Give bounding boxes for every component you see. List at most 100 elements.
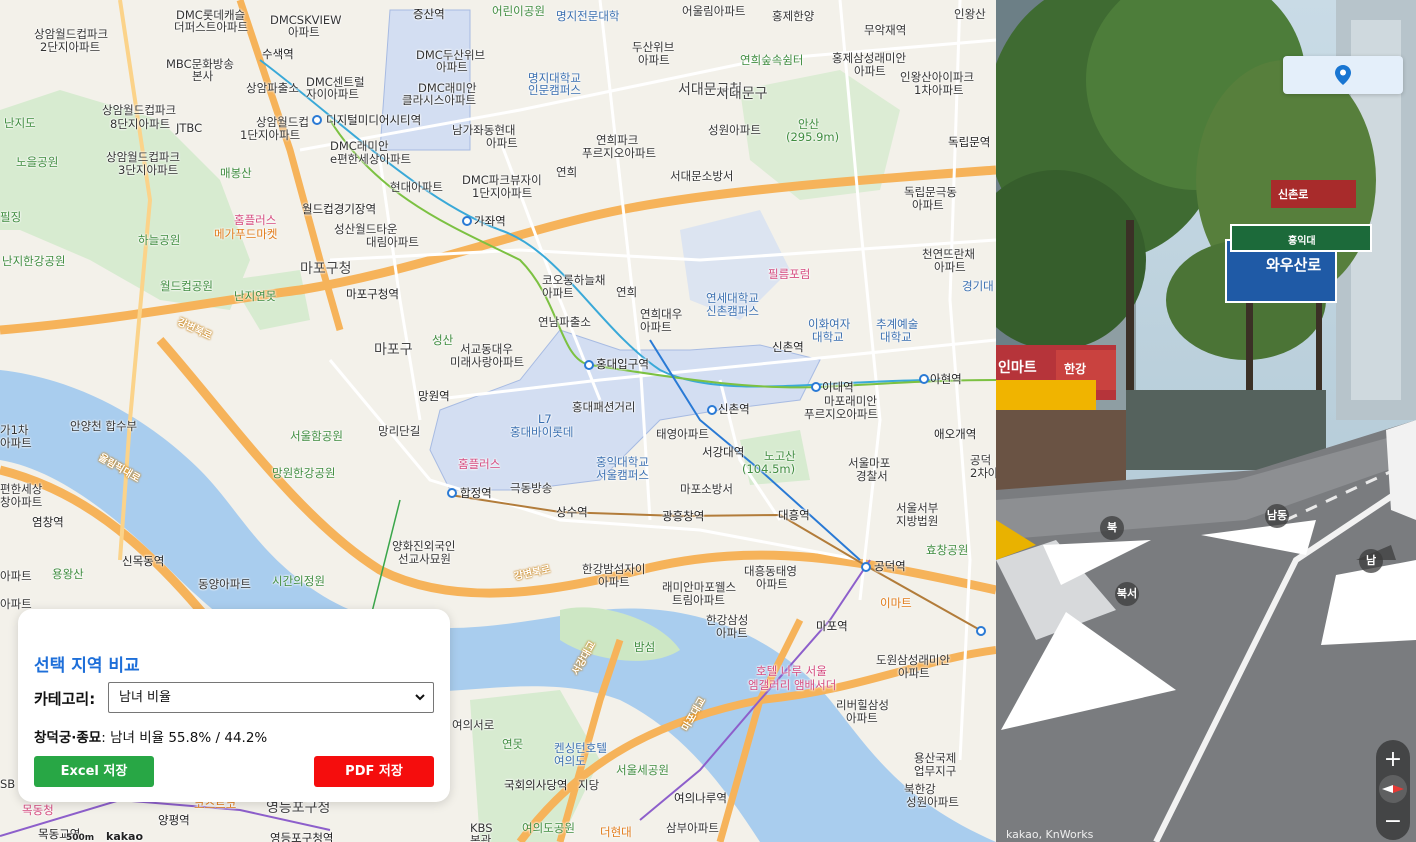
map-label: 호텔 나루 서울	[756, 664, 827, 678]
map-label: 연희	[616, 285, 638, 299]
map-label: 증산역	[413, 7, 445, 21]
map-label: 여의도공원	[522, 821, 575, 835]
map-label: 망원한강공원	[272, 466, 336, 480]
map-label: 대학교	[880, 330, 912, 344]
map-label: 아파트	[288, 25, 320, 39]
map-label: 창아파트	[0, 495, 43, 509]
map-label: 아파트	[898, 666, 930, 680]
chevron-down-icon	[415, 694, 425, 701]
map-label: 아파트	[934, 260, 966, 274]
map-label: 마포구청역	[346, 287, 399, 301]
map-label: 삼부아파트	[666, 821, 719, 835]
map-label: 홍대바이롯데	[510, 425, 574, 439]
map-label: 매봉산	[220, 166, 252, 180]
map-label: 경기대	[962, 279, 994, 293]
map-label: 지당	[578, 778, 600, 792]
map-label: 여의서로	[452, 718, 495, 732]
map-label: 월드컵공원	[160, 279, 213, 293]
map-label: 광흥창역	[662, 509, 705, 523]
map-label: 홈플러스	[458, 457, 501, 471]
map-label: 신목동역	[122, 554, 165, 568]
roadview-shop-sign: 한강	[1064, 362, 1087, 376]
map-label: 신촌역	[772, 340, 804, 354]
map-label: 월드컵경기장역	[302, 202, 377, 216]
map-label: 무악재역	[864, 23, 907, 37]
map-label: 극동방송	[510, 481, 553, 495]
map-label: 신촌역	[718, 402, 750, 416]
map-label: 연못	[502, 737, 524, 751]
map-label: 목동청	[22, 803, 54, 817]
compass-icon[interactable]	[1379, 775, 1407, 803]
map-label: 상암월드컵파크	[102, 103, 177, 117]
map-label: 공덕역	[874, 559, 906, 573]
map-label: 홍제한양	[772, 9, 815, 23]
map-label: 더현대	[600, 825, 632, 839]
map-label: 아파트	[436, 60, 468, 74]
roadview-sign-left: 신촌로	[1278, 188, 1309, 201]
category-select[interactable]: 남녀 비율	[108, 682, 434, 713]
map-label: 국회의사당역	[504, 778, 568, 792]
direction-southeast[interactable]: 남동	[1265, 504, 1289, 528]
map-label: 하늘공원	[138, 233, 181, 247]
map-label: 효창공원	[926, 543, 969, 557]
map-label: 푸르지오아파트	[804, 407, 879, 421]
map-label: 1단지아파트	[472, 186, 533, 200]
roadview-location-button[interactable]	[1283, 56, 1403, 94]
zoom-in-button[interactable]: +	[1376, 748, 1410, 772]
map-label: 선교사묘원	[398, 552, 451, 566]
map-label: 어린이공원	[492, 4, 545, 18]
map-label: 1차아파트	[914, 83, 964, 97]
roadview-scene	[996, 0, 1416, 842]
direction-northwest[interactable]: 북서	[1115, 582, 1139, 606]
map-label: 엠갤러리 앰배서더	[748, 678, 837, 692]
direction-north[interactable]: 북	[1100, 516, 1124, 540]
map-label: 여의나루역	[674, 791, 727, 805]
result-place: 창덕궁·종묘	[34, 730, 102, 746]
map-label: 난지연못	[234, 289, 277, 303]
map-pin-icon	[1335, 65, 1351, 85]
map-label: e편한세상아파트	[330, 152, 412, 166]
map-label: 합정역	[460, 486, 492, 500]
map-label: 디지털미디어시티역	[326, 113, 422, 127]
map-label: 홍대입구역	[596, 357, 649, 371]
pdf-save-button[interactable]: PDF 저장	[314, 756, 434, 787]
map-label: 마포구	[374, 342, 413, 358]
map-label: 필름포럼	[768, 267, 811, 281]
map-label: 염창역	[32, 515, 64, 529]
map-label: 망리단길	[378, 424, 421, 438]
roadview-shop-sign: 인마트	[998, 360, 1037, 376]
map-label: 영등포구청역	[270, 831, 334, 842]
app: DMC롯데캐슬 더퍼스트아파트 DMCSKVIEW 아파트 증산역 어린이공원 …	[0, 0, 1416, 842]
panel-title: 선택 지역 비교	[34, 656, 140, 676]
map-label: 난지한강공원	[2, 254, 66, 268]
map-label: 본사	[192, 69, 214, 83]
excel-save-button[interactable]: Excel 저장	[34, 756, 154, 787]
direction-south[interactable]: 남	[1359, 549, 1383, 573]
map-label: 성원아파트	[708, 123, 761, 137]
map-label: 2차아파트	[970, 466, 996, 480]
roadview-panel[interactable]: 와우산로 홍익대 신촌로 인마트 한강 북 북서 남동 남 + − kakao,…	[996, 0, 1416, 842]
map-label: 홈플러스	[234, 213, 277, 227]
map-label: 경찰서	[856, 469, 888, 483]
map-label: 아파트	[486, 136, 518, 150]
map-label: 2단지아파트	[40, 40, 101, 54]
roadview-sign-main: 와우산로	[1266, 256, 1322, 274]
map-label: 망원역	[418, 389, 450, 403]
map-label: 가좌역	[474, 214, 506, 228]
map-label: 동양아파트	[198, 577, 251, 591]
map-label: 난지도	[4, 116, 36, 130]
zoom-out-button[interactable]: −	[1376, 810, 1410, 834]
map-label: 신촌캠퍼스	[706, 304, 759, 318]
map-label: 3단지아파트	[118, 163, 179, 177]
map-label: (104.5m)	[742, 462, 796, 476]
map-label: 노을공원	[16, 155, 59, 169]
map-label: 대림아파트	[366, 235, 419, 249]
map-label: 이마트	[880, 596, 912, 610]
map-label: 본관	[470, 833, 492, 842]
map-label: 인문캠퍼스	[528, 83, 581, 97]
map-label: 태영아파트	[656, 427, 709, 441]
map-label: 어울림아파트	[682, 4, 746, 18]
map-label: 연남파출소	[538, 315, 591, 329]
map-label: 상암파출소	[246, 81, 299, 95]
map-label: 연희숲속쉼터	[740, 53, 804, 67]
